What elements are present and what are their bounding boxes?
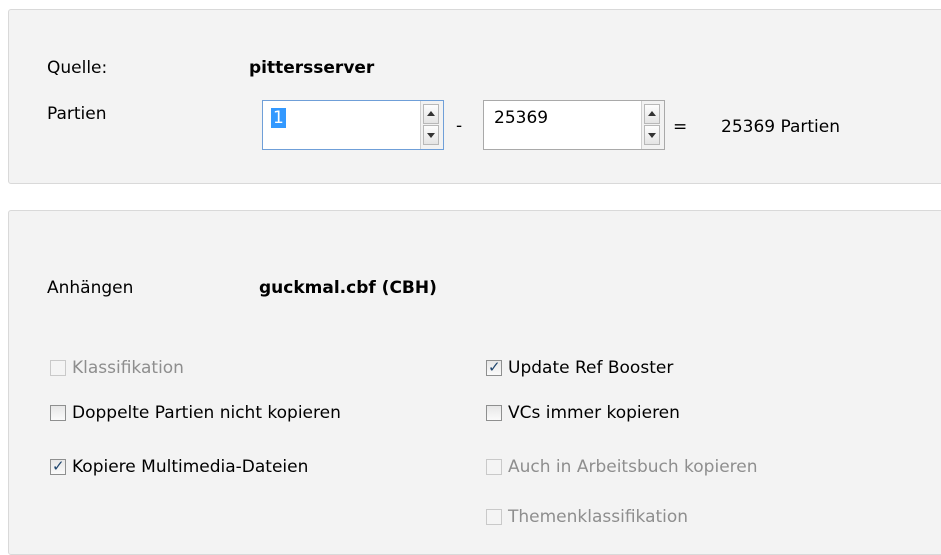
range-from-increment-button[interactable]: [423, 104, 439, 124]
checkbox-box: [50, 360, 66, 376]
checkbox-label[interactable]: Doppelte Partien nicht kopieren: [72, 403, 341, 423]
arrow-up-icon: [648, 111, 656, 116]
range-dash: -: [456, 116, 463, 136]
range-from-decrement-button[interactable]: [423, 125, 439, 145]
range-to-increment-button[interactable]: [644, 104, 660, 124]
arrow-up-icon: [427, 111, 435, 116]
checkbox-box[interactable]: ✓: [486, 358, 502, 376]
checkbox-ref-booster[interactable]: ✓ Update Ref Booster: [486, 356, 673, 380]
arrow-down-icon: [427, 133, 435, 138]
append-target: guckmal.cbf (CBH): [259, 278, 437, 298]
checkbox-vcs[interactable]: VCs immer kopieren: [486, 401, 680, 425]
checkbox-box: [486, 459, 502, 475]
checkbox-box: [486, 509, 502, 525]
checkbox-arbeitsbuch: Auch in Arbeitsbuch kopieren: [486, 455, 758, 479]
checkbox-themenklassifikation: Themenklassifikation: [486, 505, 688, 529]
range-to-buttons: [641, 101, 664, 149]
checkbox-doppelte-partien[interactable]: Doppelte Partien nicht kopieren: [50, 401, 341, 425]
source-label: Quelle:: [47, 58, 108, 78]
source-value: pittersserver: [249, 58, 375, 78]
checkbox-label[interactable]: VCs immer kopieren: [508, 403, 680, 423]
checkbox-klassifikation: Klassifikation: [50, 356, 184, 380]
checkbox-box[interactable]: [486, 405, 502, 421]
checkbox-label[interactable]: Kopiere Multimedia-Dateien: [72, 457, 308, 477]
range-from-spinner[interactable]: 1: [262, 100, 444, 150]
range-result: 25369 Partien: [721, 117, 840, 137]
checkmark-icon: ✓: [488, 358, 501, 376]
checkbox-box[interactable]: ✓: [50, 457, 66, 475]
checkbox-label: Themenklassifikation: [508, 507, 689, 527]
range-to-value[interactable]: 25369: [494, 108, 548, 128]
options-panel: [8, 210, 941, 555]
range-from-value[interactable]: 1: [271, 108, 286, 128]
arrow-down-icon: [648, 133, 656, 138]
checkbox-label: Klassifikation: [72, 358, 184, 378]
range-panel: [8, 9, 941, 184]
range-from-buttons: [420, 101, 443, 149]
range-to-spinner[interactable]: 25369: [483, 100, 665, 150]
checkmark-icon: ✓: [52, 457, 65, 475]
range-to-decrement-button[interactable]: [644, 125, 660, 145]
range-label: Partien: [47, 104, 107, 124]
append-label: Anhängen: [47, 278, 134, 298]
checkbox-label[interactable]: Update Ref Booster: [508, 358, 673, 378]
checkbox-label: Auch in Arbeitsbuch kopieren: [508, 457, 758, 477]
checkbox-box[interactable]: [50, 405, 66, 421]
range-equals: =: [673, 117, 688, 137]
checkbox-multimedia[interactable]: ✓ Kopiere Multimedia-Dateien: [50, 455, 308, 479]
